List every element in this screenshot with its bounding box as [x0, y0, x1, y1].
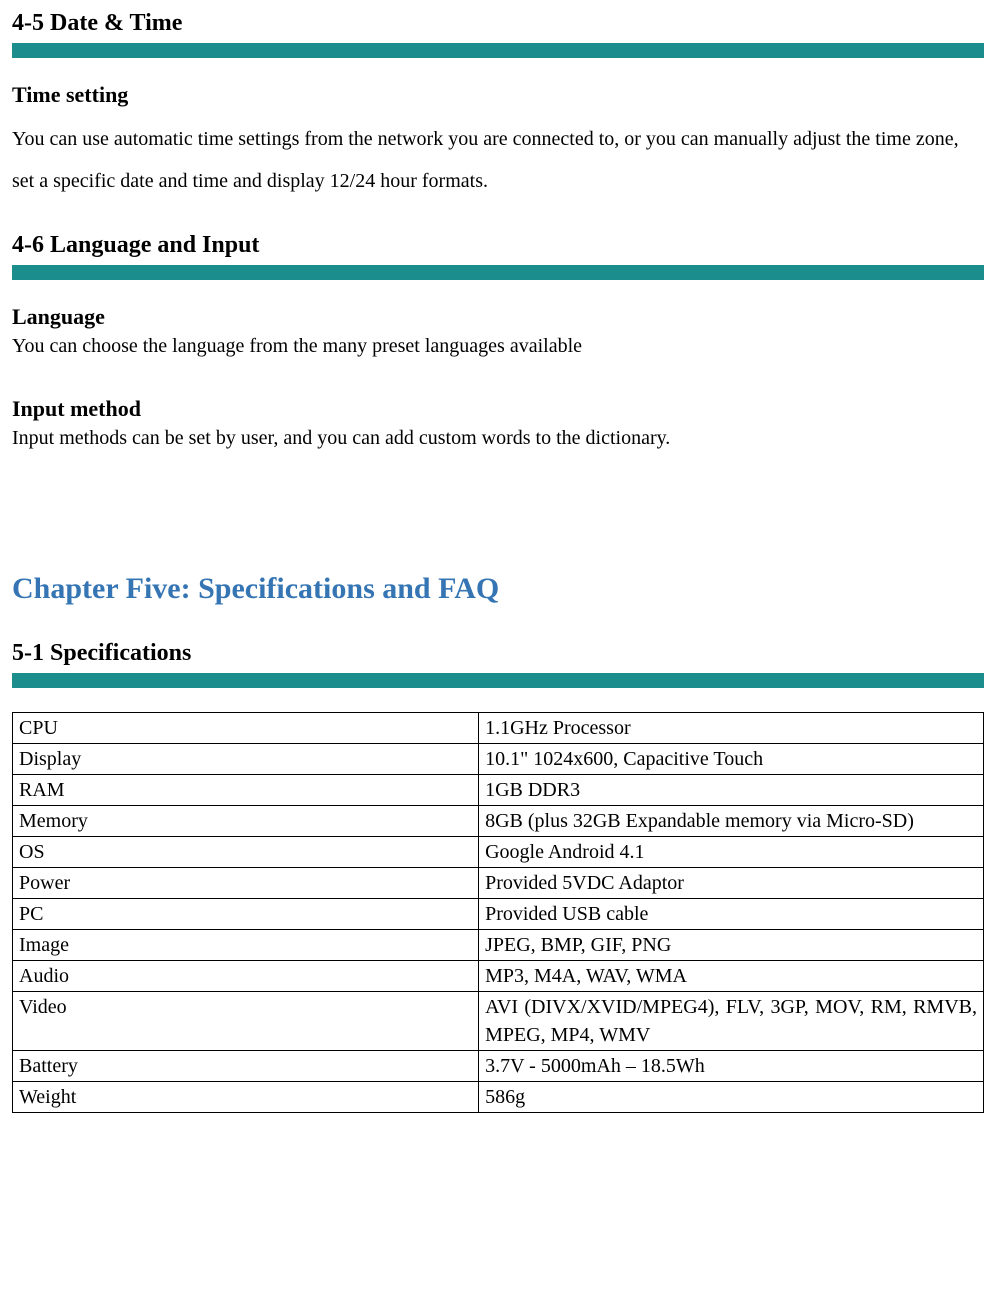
divider-bar — [12, 43, 984, 58]
spec-value: 1.1GHz Processor — [479, 713, 984, 744]
specifications-table: CPU1.1GHz ProcessorDisplay10.1" 1024x600… — [12, 712, 984, 1113]
subheading-language: Language — [12, 304, 984, 330]
spec-value: JPEG, BMP, GIF, PNG — [479, 930, 984, 961]
table-row: Weight586g — [13, 1082, 984, 1113]
spec-label: Battery — [13, 1051, 479, 1082]
section-title-5-1: 5-1 Specifications — [12, 640, 984, 667]
table-row: Display10.1" 1024x600, Capacitive Touch — [13, 744, 984, 775]
spec-label: Display — [13, 744, 479, 775]
table-row: RAM1GB DDR3 — [13, 775, 984, 806]
spec-label: Audio — [13, 961, 479, 992]
paragraph-language: You can choose the language from the man… — [12, 332, 984, 360]
table-row: AudioMP3, M4A, WAV, WMA — [13, 961, 984, 992]
spec-label: CPU — [13, 713, 479, 744]
spec-value: 8GB (plus 32GB Expandable memory via Mic… — [479, 806, 984, 837]
spec-value: AVI (DIVX/XVID/MPEG4), FLV, 3GP, MOV, RM… — [479, 992, 984, 1051]
spec-value: 10.1" 1024x600, Capacitive Touch — [479, 744, 984, 775]
spec-value: Provided 5VDC Adaptor — [479, 868, 984, 899]
spec-value: Provided USB cable — [479, 899, 984, 930]
paragraph-input-method: Input methods can be set by user, and yo… — [12, 424, 984, 452]
chapter-title: Chapter Five: Specifications and FAQ — [12, 572, 984, 606]
table-row: Battery3.7V - 5000mAh – 18.5Wh — [13, 1051, 984, 1082]
subheading-input-method: Input method — [12, 396, 984, 422]
spec-label: PC — [13, 899, 479, 930]
spec-label: Image — [13, 930, 479, 961]
spec-value: 3.7V - 5000mAh – 18.5Wh — [479, 1051, 984, 1082]
table-row: ImageJPEG, BMP, GIF, PNG — [13, 930, 984, 961]
table-row: VideoAVI (DIVX/XVID/MPEG4), FLV, 3GP, MO… — [13, 992, 984, 1051]
divider-bar — [12, 265, 984, 280]
divider-bar — [12, 673, 984, 688]
spec-value: MP3, M4A, WAV, WMA — [479, 961, 984, 992]
spec-label: OS — [13, 837, 479, 868]
spec-label: Weight — [13, 1082, 479, 1113]
spec-label: RAM — [13, 775, 479, 806]
spec-label: Power — [13, 868, 479, 899]
spec-value: 1GB DDR3 — [479, 775, 984, 806]
spec-value: 586g — [479, 1082, 984, 1113]
spec-value: Google Android 4.1 — [479, 837, 984, 868]
section-title-4-6: 4-6 Language and Input — [12, 232, 984, 259]
table-row: OSGoogle Android 4.1 — [13, 837, 984, 868]
paragraph-time-setting: You can use automatic time settings from… — [12, 118, 984, 202]
table-row: PCProvided USB cable — [13, 899, 984, 930]
table-row: Memory8GB (plus 32GB Expandable memory v… — [13, 806, 984, 837]
spec-label: Memory — [13, 806, 479, 837]
subheading-time-setting: Time setting — [12, 82, 984, 108]
table-row: CPU1.1GHz Processor — [13, 713, 984, 744]
table-row: PowerProvided 5VDC Adaptor — [13, 868, 984, 899]
spec-label: Video — [13, 992, 479, 1051]
section-title-4-5: 4-5 Date & Time — [12, 10, 984, 37]
